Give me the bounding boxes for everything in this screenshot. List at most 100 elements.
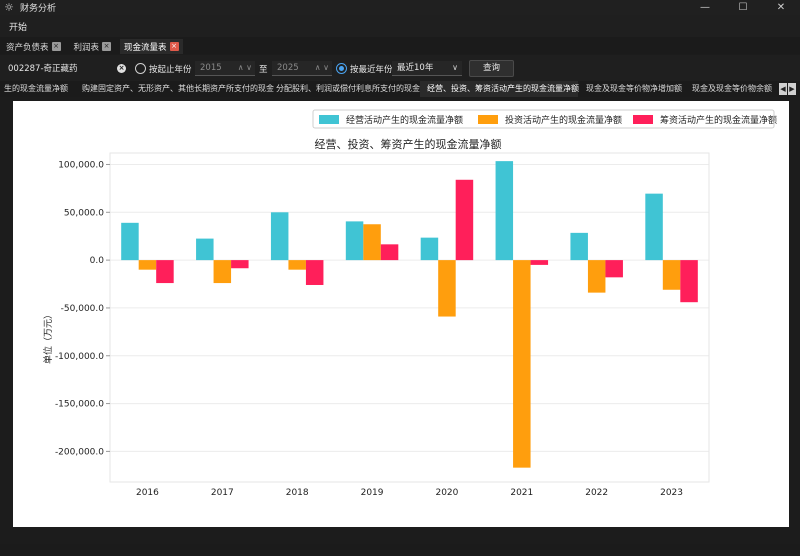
bar bbox=[495, 161, 514, 261]
chart-tab[interactable]: 现金及现金等价物净增加额 bbox=[582, 81, 684, 97]
start-year-value: 2015 bbox=[200, 63, 222, 73]
chart-tab[interactable]: 经营、投资、筹资活动产生的现金流量净额 bbox=[420, 81, 579, 97]
bar bbox=[605, 260, 623, 278]
bar bbox=[196, 238, 214, 261]
chart-title: 经营、投资、筹资产生的现金流量净额 bbox=[315, 137, 502, 151]
bar bbox=[305, 260, 324, 285]
bar bbox=[288, 260, 306, 270]
recent-years-value: 最近10年 bbox=[397, 63, 434, 73]
chevron-right-icon[interactable]: ▶ bbox=[788, 83, 796, 95]
tab-label: 利润表 bbox=[73, 42, 100, 53]
x-tick-label: 2016 bbox=[136, 488, 159, 498]
bar bbox=[587, 260, 606, 293]
status-bar bbox=[0, 544, 800, 556]
end-year-value: 2025 bbox=[277, 63, 299, 73]
bar bbox=[138, 260, 157, 270]
bar bbox=[270, 212, 289, 261]
chart-panel: 100,000.0 50,000.0 0.0 -50,000.0 -100,000.0 -… bbox=[13, 101, 789, 527]
search-button[interactable]: 查询 bbox=[469, 60, 514, 77]
query-bar: 002287-奇正藏药 × 按起止年份 2015 ∧ ∨ 至 2025 ∧ ∨ … bbox=[0, 55, 800, 81]
x-tick-label: 2022 bbox=[585, 488, 608, 498]
y-tick-label: -50,000.0 bbox=[61, 304, 105, 314]
chevron-down-icon: ∨ bbox=[452, 63, 458, 72]
bar bbox=[121, 222, 139, 261]
bar bbox=[680, 260, 698, 303]
menu-bar: 开始 bbox=[0, 15, 800, 37]
axes: 100,000.0 50,000.0 0.0 -50,000.0 -100,000.0 -… bbox=[55, 152, 710, 498]
window-title: 财务分析 bbox=[20, 4, 57, 14]
bars bbox=[121, 161, 698, 468]
spin-arrows-icon[interactable]: ∧ ∨ bbox=[315, 61, 329, 75]
close-icon[interactable]: × bbox=[102, 42, 112, 51]
bar bbox=[156, 260, 174, 284]
legend-label: 经营活动产生的现金流量净额 bbox=[346, 114, 463, 126]
chart-tab[interactable]: 现金及现金等价物余额 bbox=[688, 81, 774, 97]
chart-tab[interactable]: 分配股利、利润或偿付利息所支付的现金 bbox=[272, 81, 420, 97]
bar bbox=[645, 193, 663, 261]
end-year-spinbox[interactable]: 2025 ∧ ∨ bbox=[272, 61, 332, 76]
x-tick-label: 2017 bbox=[211, 488, 234, 498]
bar bbox=[662, 260, 681, 290]
y-tick-label: 50,000.0 bbox=[64, 208, 104, 218]
window-controls: — ☐ ✕ bbox=[686, 0, 800, 15]
bar bbox=[530, 260, 549, 265]
sun-icon: ☼ bbox=[4, 1, 14, 14]
radio-by-recent[interactable] bbox=[336, 63, 347, 74]
recent-years-select[interactable]: 最近10年 ∨ bbox=[392, 61, 462, 76]
menu-start[interactable]: 开始 bbox=[9, 20, 27, 33]
chart-tab[interactable]: 生的现金流量净额 bbox=[4, 81, 72, 97]
start-year-spinbox[interactable]: 2015 ∧ ∨ bbox=[195, 61, 255, 76]
legend: 经营活动产生的现金流量净额 投资活动产生的现金流量净额 筹资活动产生的现金流量净额 bbox=[312, 109, 777, 129]
bar bbox=[345, 221, 364, 261]
legend-label: 投资活动产生的现金流量净额 bbox=[505, 114, 622, 126]
x-tick-label: 2018 bbox=[286, 488, 309, 498]
bar bbox=[513, 260, 531, 468]
radio-label-range: 按起止年份 bbox=[149, 65, 192, 75]
y-tick-label: -100,000.0 bbox=[55, 352, 104, 362]
y-tick-label: -200,000.0 bbox=[55, 447, 104, 457]
legend-swatch bbox=[633, 115, 653, 124]
bar bbox=[363, 224, 381, 261]
tab-label: 资产负债表 bbox=[6, 42, 49, 53]
y-axis-label: 单位（万元） bbox=[42, 310, 54, 364]
title-bar: ☼ 财务分析 — ☐ ✕ bbox=[0, 0, 800, 15]
radio-by-range[interactable] bbox=[135, 63, 146, 74]
minimize-icon[interactable]: — bbox=[686, 0, 724, 15]
y-tick-label: 100,000.0 bbox=[58, 160, 104, 170]
tab-income-statement[interactable]: 利润表 × bbox=[70, 39, 116, 54]
tab-label: 现金流量表 bbox=[124, 42, 167, 53]
close-icon[interactable]: ✕ bbox=[762, 0, 800, 15]
bar bbox=[455, 179, 474, 261]
stock-input[interactable]: 002287-奇正藏药 bbox=[8, 61, 128, 77]
cash-flow-chart: 100,000.0 50,000.0 0.0 -50,000.0 -100,000.0 -… bbox=[42, 109, 777, 498]
legend-swatch bbox=[319, 115, 339, 124]
y-tick-label: -150,000.0 bbox=[55, 400, 104, 410]
legend-swatch bbox=[478, 115, 498, 124]
chart-tab[interactable]: 购建固定资产、无形资产、其他长期资产所支付的现金 bbox=[79, 81, 274, 97]
chevron-left-icon[interactable]: ◀ bbox=[779, 83, 787, 95]
close-icon[interactable]: × bbox=[51, 42, 61, 51]
close-icon[interactable]: × bbox=[169, 42, 179, 51]
x-tick-label: 2020 bbox=[435, 488, 458, 498]
spin-arrows-icon[interactable]: ∧ ∨ bbox=[238, 61, 252, 75]
report-tabs: 资产负债表 × 利润表 × 现金流量表 × bbox=[0, 37, 800, 54]
bar bbox=[380, 244, 399, 261]
radio-label-recent: 按最近年份 bbox=[350, 65, 393, 75]
y-tick-label: 0.0 bbox=[90, 256, 105, 266]
x-tick-label: 2019 bbox=[361, 488, 384, 498]
bar bbox=[231, 260, 249, 269]
bar bbox=[438, 260, 456, 317]
tab-balance-sheet[interactable]: 资产负债表 × bbox=[2, 39, 65, 54]
chart-tabs: 生的现金流量净额 购建固定资产、无形资产、其他长期资产所支付的现金 分配股利、利… bbox=[0, 81, 800, 97]
tab-scroll-buttons: ◀ ▶ bbox=[778, 83, 796, 95]
x-tick-label: 2021 bbox=[510, 488, 533, 498]
tab-cash-flow[interactable]: 现金流量表 × bbox=[120, 39, 183, 54]
clear-icon[interactable]: × bbox=[117, 64, 126, 73]
bar bbox=[570, 232, 588, 261]
bar bbox=[213, 260, 232, 284]
grid-lines bbox=[110, 163, 709, 452]
legend-label: 筹资活动产生的现金流量净额 bbox=[660, 114, 777, 126]
bar bbox=[420, 237, 439, 261]
x-tick-label: 2023 bbox=[660, 488, 683, 498]
maximize-icon[interactable]: ☐ bbox=[724, 0, 762, 15]
